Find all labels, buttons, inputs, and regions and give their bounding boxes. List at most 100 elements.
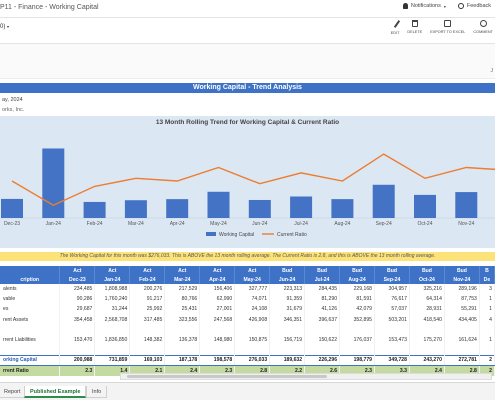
table-cell [94, 345, 131, 356]
table-row: rrent Liabilities 153,470 1,836,850 148,382… [0, 334, 495, 346]
trend-chart: 13 Month Rolling Trend for Working Capit… [0, 116, 495, 248]
table-cell: 91,359 [269, 294, 306, 305]
period-selector[interactable]: 0) ▾ [0, 24, 9, 30]
chart-tick-label: Jul-24 [294, 221, 308, 227]
table-cell: 323,556 [164, 314, 201, 325]
table-header-row: cription Dec-23 Jan-24 Feb-24 Mar-24 Apr-24 Ma… [0, 275, 495, 284]
table-cell: 223,313 [269, 284, 306, 295]
edit-button[interactable]: EDIT [391, 20, 400, 35]
table-cell: 327,777 [234, 284, 271, 295]
chart-bar [124, 200, 147, 218]
chart-tick-label: Apr-24 [170, 221, 185, 227]
table-cell [94, 324, 131, 335]
table-cell: 150,622 [304, 334, 341, 346]
table-cell: 25,992 [129, 304, 166, 315]
chart-bar [1, 198, 23, 218]
table-cell [164, 345, 201, 356]
chart-tick-label: May-24 [210, 221, 227, 227]
chart-tick-label: Jan-24 [46, 221, 62, 227]
table-cell [479, 324, 495, 335]
table-cell: 41,126 [304, 304, 341, 315]
legend-label-working-capital: Working Capital [219, 232, 254, 238]
table-cell: 81,591 [339, 294, 376, 305]
table-cell: 1,760,240 [94, 294, 131, 305]
table-row: vable 90,286 1,760,240 91,217 80,766 62,990 74… [0, 294, 495, 305]
table-cell [269, 345, 306, 356]
table-cell [164, 324, 201, 335]
bell-icon [402, 3, 408, 9]
delete-button[interactable]: DELETE [407, 20, 422, 35]
company-name: orks, Inc. [2, 107, 25, 113]
table-cell [234, 345, 271, 356]
column-header: Bud [444, 266, 480, 275]
table-cell: 418,540 [409, 314, 445, 325]
table-cell: 31,244 [94, 304, 131, 315]
column-header: Act [199, 266, 236, 275]
table-cell: 284,435 [304, 284, 341, 295]
table-cell [479, 345, 495, 356]
column-header: Jul-24 [304, 275, 341, 284]
table-cell [129, 345, 166, 356]
table-header-row: Act Act Act Act Act Act Bud Bud Bud Bud Bud Bud B [0, 266, 495, 275]
comment-button[interactable]: COMMENT [473, 20, 493, 35]
column-header: Jan-24 [94, 275, 131, 284]
row-label [0, 345, 61, 356]
top-bar: P11 - Finance - Working Capital Notifica… [0, 0, 495, 18]
table-cell [234, 324, 271, 335]
row-label: es [0, 304, 61, 315]
data-table: Act Act Act Act Act Act Bud Bud Bud Bud Bud Bud Bcri… [0, 266, 495, 376]
tab-published-example[interactable]: Published Example [24, 386, 87, 398]
table-cell: 153,470 [59, 334, 96, 346]
table-cell: 200,276 [129, 284, 166, 295]
table-cell: 503,201 [374, 314, 410, 325]
row-label: orking Capital [0, 354, 61, 367]
report-date: ay, 2024 [2, 97, 23, 103]
column-header: cription [0, 275, 61, 284]
table-cell: 42,079 [339, 304, 376, 315]
table-row: es 29,687 31,244 25,992 25,431 27,001 24,108 31… [0, 304, 495, 315]
notifications-button[interactable]: Notifications ▾ [402, 3, 446, 9]
table-cell: 136,378 [164, 334, 201, 346]
table-cell [339, 345, 376, 356]
chart-tick-label: Feb-24 [87, 221, 103, 227]
chart-canvas: Dec-23 Jan-24 Feb-24 Mar-24 Apr-24 May-24 Jun-… [0, 148, 495, 238]
table-cell: 198,779 [339, 354, 376, 367]
table-cell: 434,405 [444, 314, 480, 325]
chevron-down-icon: ▾ [7, 24, 10, 29]
table-row [0, 345, 495, 356]
column-header: Act [94, 266, 131, 275]
tab-info[interactable]: Info [86, 386, 108, 398]
table-cell: 346,351 [269, 314, 306, 325]
table-cell: 217,529 [164, 284, 201, 295]
working-capital-row: orking Capital 200,988 731,859 169,103 187,1… [0, 354, 495, 367]
horizontal-scrollbar[interactable] [120, 373, 492, 380]
comment-icon [479, 20, 487, 27]
tab-report[interactable]: Report [0, 386, 27, 398]
table-cell: 148,382 [129, 334, 166, 346]
table-cell: 731,859 [94, 354, 131, 367]
table-cell: 247,568 [199, 314, 236, 325]
column-header: Act [164, 266, 201, 275]
top-right-actions: Notifications ▾ Feedback [402, 3, 491, 9]
row-label: rent Assets [0, 314, 61, 325]
table-cell [199, 324, 236, 335]
table-cell: 76,617 [374, 294, 410, 305]
column-header: Nov-24 [444, 275, 480, 284]
table-cell [444, 324, 480, 335]
table-cell: 81,290 [304, 294, 341, 305]
feedback-icon [457, 3, 464, 9]
table-cell: 276,033 [234, 354, 271, 367]
table-cell: 161,624 [444, 334, 480, 346]
feedback-button[interactable]: Feedback [457, 3, 491, 9]
export-to-excel-button[interactable]: EXPORT TO EXCEL [430, 20, 465, 35]
table-cell: 349,728 [374, 354, 410, 367]
table-cell: 2.3 [59, 365, 96, 376]
column-header: Mar-24 [164, 275, 201, 284]
column-header: Act [129, 266, 166, 275]
chart-bar [414, 194, 436, 218]
scrollbar-thumb[interactable] [127, 375, 327, 378]
chart-bar [331, 199, 354, 218]
table-cell: 354,458 [59, 314, 96, 325]
table-cell: 25,431 [164, 304, 201, 315]
table-cell: 90,286 [59, 294, 96, 305]
